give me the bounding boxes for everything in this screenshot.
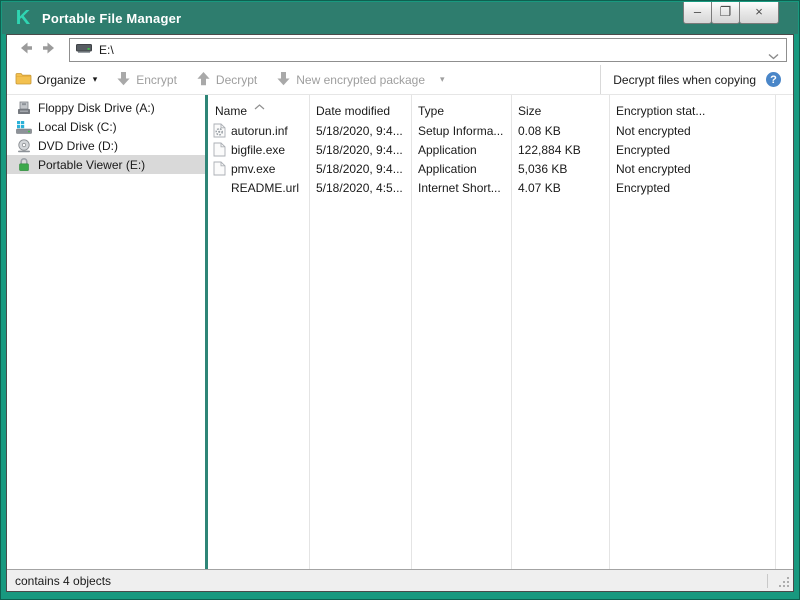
chevron-down-icon[interactable] <box>768 47 779 65</box>
sidebar-item-dvd-d[interactable]: DVD Drive (D:) <box>7 136 205 155</box>
no-icon <box>212 180 226 195</box>
organize-label: Organize <box>37 72 86 87</box>
caret-down-icon: ▾ <box>440 74 445 84</box>
file-name: README.url <box>231 180 300 195</box>
column-header-size[interactable]: Size <box>511 98 609 118</box>
address-path: E:\ <box>99 43 114 57</box>
sidebar-item-floppy-a[interactable]: Floppy Disk Drive (A:) <box>7 98 205 117</box>
arrow-down-icon <box>276 71 291 89</box>
file-name: autorun.inf <box>231 123 288 138</box>
window-title: Portable File Manager <box>42 10 182 26</box>
file-type: Application <box>418 161 477 176</box>
sidebar-item-label: Local Disk (C:) <box>38 119 117 134</box>
file-size: 4.07 KB <box>518 180 561 195</box>
file-encryption-status: Not encrypted <box>616 161 691 176</box>
navigation-bar: E:\ <box>7 35 793 65</box>
new-encrypted-package-label: New encrypted package <box>296 72 426 87</box>
column-header-date-modified[interactable]: Date modified <box>309 98 411 118</box>
file-type: Internet Short... <box>418 180 501 195</box>
arrow-down-icon <box>116 71 131 89</box>
folder-icon <box>15 72 32 88</box>
encrypt-label: Encrypt <box>136 72 177 87</box>
table-row[interactable]: pmv.exe 5/18/2020, 9:4... Application 5,… <box>208 159 793 178</box>
encrypt-button[interactable]: Encrypt <box>116 71 177 89</box>
dvd-disc-icon <box>15 138 32 153</box>
table-row[interactable]: README.url 5/18/2020, 4:5... Internet Sh… <box>208 178 793 197</box>
sort-ascending-icon <box>254 97 265 115</box>
file-date: 5/18/2020, 9:4... <box>316 142 403 157</box>
setup-information-file-icon <box>212 123 226 138</box>
decrypt-when-copying-label: Decrypt files when copying <box>613 72 756 87</box>
address-bar[interactable]: E:\ <box>69 38 787 62</box>
resize-grip[interactable] <box>787 585 789 587</box>
arrow-right-icon <box>41 40 58 61</box>
file-icon <box>212 142 226 157</box>
drive-sidebar: Floppy Disk Drive (A:) Local Disk (C:) D… <box>7 95 205 569</box>
toolbar-right-section: Decrypt files when copying ? <box>600 65 793 94</box>
caret-down-icon: ▾ <box>92 74 98 84</box>
file-type: Application <box>418 142 477 157</box>
kaspersky-logo-icon: K <box>15 7 31 29</box>
help-icon[interactable]: ? <box>766 72 781 87</box>
file-size: 122,884 KB <box>518 142 581 157</box>
floppy-drive-icon <box>15 101 32 115</box>
file-name: pmv.exe <box>231 161 276 176</box>
file-date: 5/18/2020, 4:5... <box>316 180 403 195</box>
file-encryption-status: Encrypted <box>616 142 671 157</box>
sidebar-item-label: Floppy Disk Drive (A:) <box>38 100 155 115</box>
new-encrypted-package-button[interactable]: New encrypted package ▾ <box>276 71 445 89</box>
hard-disk-icon <box>15 120 32 134</box>
close-button[interactable]: × <box>739 2 779 24</box>
minimize-button[interactable]: – <box>683 2 712 24</box>
window-controls: – ❐ × <box>683 2 779 24</box>
main-area: Floppy Disk Drive (A:) Local Disk (C:) D… <box>7 95 793 569</box>
maximize-button[interactable]: ❐ <box>711 2 740 24</box>
file-list: Name Date modified Type Size Encryption … <box>208 95 793 569</box>
portable-file-manager-window: K Portable File Manager – ❐ × E:\ Organi… <box>0 0 800 600</box>
file-size: 5,036 KB <box>518 161 568 176</box>
title-bar: K Portable File Manager <box>2 2 798 34</box>
arrow-left-icon <box>17 40 34 61</box>
status-text: contains 4 objects <box>15 573 112 588</box>
table-row[interactable]: autorun.inf 5/18/2020, 9:4... Setup Info… <box>208 121 793 140</box>
toolbar: Organize ▾ Encrypt Decrypt New encrypted… <box>7 65 793 95</box>
organize-button[interactable]: Organize ▾ <box>15 72 97 88</box>
statusbar-separator <box>767 574 768 588</box>
file-name: bigfile.exe <box>231 142 286 157</box>
lock-icon <box>15 157 32 172</box>
file-type: Setup Informa... <box>418 123 504 138</box>
arrow-up-icon <box>196 71 211 89</box>
list-header: Name Date modified Type Size Encryption … <box>208 95 793 121</box>
forward-button[interactable] <box>37 39 61 61</box>
column-header-encryption-status[interactable]: Encryption stat... <box>609 98 775 118</box>
file-encryption-status: Not encrypted <box>616 123 691 138</box>
client-area: E:\ Organize ▾ Encrypt Decrypt New encry… <box>6 34 794 592</box>
file-date: 5/18/2020, 9:4... <box>316 161 403 176</box>
sidebar-item-label: DVD Drive (D:) <box>38 138 118 153</box>
decrypt-label: Decrypt <box>215 72 258 87</box>
status-bar: contains 4 objects <box>7 569 793 591</box>
sidebar-item-local-c[interactable]: Local Disk (C:) <box>7 117 205 136</box>
decrypt-button[interactable]: Decrypt <box>196 71 257 89</box>
file-encryption-status: Encrypted <box>616 180 671 195</box>
file-icon <box>212 161 226 176</box>
back-button[interactable] <box>13 39 37 61</box>
file-date: 5/18/2020, 9:4... <box>316 123 403 138</box>
file-size: 0.08 KB <box>518 123 561 138</box>
sidebar-item-portable-e[interactable]: Portable Viewer (E:) <box>7 155 205 174</box>
table-row[interactable]: bigfile.exe 5/18/2020, 9:4... Applicatio… <box>208 140 793 159</box>
drive-icon <box>76 41 92 59</box>
column-header-type[interactable]: Type <box>411 98 511 118</box>
sidebar-item-label: Portable Viewer (E:) <box>38 157 146 172</box>
